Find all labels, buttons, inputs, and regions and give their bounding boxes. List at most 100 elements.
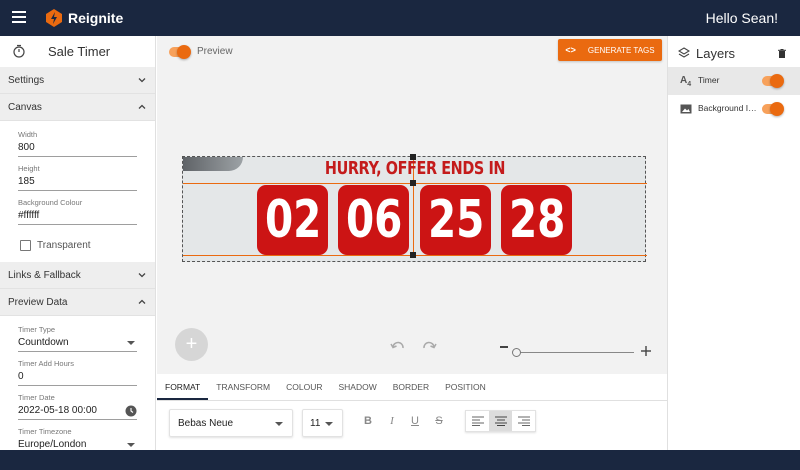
dropdown-caret-icon — [127, 443, 135, 447]
text-align-group — [465, 410, 536, 432]
layer-visibility-toggle[interactable] — [762, 102, 784, 116]
width-field: Width 800 — [0, 130, 155, 157]
italic-button[interactable]: I — [385, 414, 399, 428]
align-right-button[interactable] — [512, 411, 535, 431]
timer-timezone-value: Europe/London — [18, 439, 87, 450]
align-left-button[interactable] — [466, 411, 489, 431]
timer-type-label: Timer Type — [18, 325, 56, 334]
zoom-in-icon[interactable] — [640, 345, 652, 357]
app-logo[interactable]: Reignite — [44, 8, 123, 28]
zoom-slider-track[interactable] — [514, 352, 634, 353]
top-navbar: Reignite Hello Sean! — [0, 0, 800, 36]
undo-icon[interactable] — [390, 340, 406, 354]
preview-data-section-header[interactable]: Preview Data — [0, 289, 155, 316]
height-input[interactable]: 185 — [18, 175, 137, 191]
toggle-knob — [177, 44, 191, 59]
resize-handle-top[interactable] — [410, 154, 416, 160]
left-sidebar: Sale Timer Settings Canvas Width 800 Hei… — [0, 36, 156, 454]
font-size-select[interactable]: 11 — [302, 409, 343, 437]
timer-date-value: 2022-05-18 00:00 — [18, 405, 97, 416]
layers-header: Layers — [668, 36, 800, 67]
add-layer-button[interactable]: + — [175, 328, 208, 361]
code-brackets-icon: <> — [565, 45, 576, 55]
resize-handle-middle[interactable] — [410, 180, 416, 186]
font-family-value: Bebas Neue — [178, 418, 234, 429]
generate-tags-button[interactable]: <> GENERATE TAGS — [558, 39, 662, 61]
tab-position[interactable]: POSITION — [437, 374, 494, 400]
layer-item-background-image[interactable]: Background Im... — [668, 95, 800, 123]
background-colour-input[interactable]: #ffffff — [18, 209, 137, 225]
design-canvas[interactable]: HURRY, OFFER ENDS IN 02 06 25 28 — [182, 154, 647, 262]
timer-add-hours-label: Timer Add Hours — [18, 359, 74, 368]
properties-tabs: FORMAT TRANSFORM COLOUR SHADOW BORDER PO… — [157, 374, 667, 401]
layer-visibility-toggle[interactable] — [762, 74, 784, 88]
height-label: Height — [18, 164, 40, 173]
links-fallback-section-header[interactable]: Links & Fallback — [0, 262, 155, 289]
tab-border[interactable]: BORDER — [385, 374, 437, 400]
hamburger-menu-icon[interactable] — [12, 11, 26, 25]
preview-label: Preview — [197, 46, 233, 57]
timer-date-input[interactable]: 2022-05-18 00:00 — [18, 404, 137, 420]
settings-section-header[interactable]: Settings — [0, 67, 155, 94]
minutes-value: 25 — [427, 190, 485, 250]
user-greeting[interactable]: Hello Sean! — [706, 10, 778, 26]
tab-transform[interactable]: TRANSFORM — [208, 374, 278, 400]
dropdown-caret-icon — [325, 422, 333, 426]
timer-date-label: Timer Date — [18, 393, 55, 402]
text-layer-icon-subscript: 4 — [687, 81, 692, 88]
chevron-up-icon — [138, 299, 146, 304]
underline-button[interactable]: U — [408, 414, 422, 428]
timer-type-select[interactable]: Countdown — [18, 336, 137, 352]
layer-name-timer: Timer — [698, 75, 720, 85]
width-input[interactable]: 800 — [18, 141, 137, 157]
timer-digit-days[interactable]: 02 — [257, 185, 328, 255]
canvas-section-header[interactable]: Canvas — [0, 94, 155, 121]
links-fallback-section-label: Links & Fallback — [8, 269, 81, 281]
timer-digit-hours[interactable]: 06 — [338, 185, 409, 255]
bold-button[interactable]: B — [361, 414, 375, 428]
timer-digit-seconds[interactable]: 28 — [501, 185, 572, 255]
timer-digit-minutes[interactable]: 25 — [420, 185, 491, 255]
app-name: Reignite — [68, 10, 124, 26]
background-colour-field: Background Colour #ffffff — [0, 198, 155, 225]
trash-icon[interactable] — [778, 49, 786, 58]
align-left-icon — [471, 416, 484, 426]
strikethrough-button[interactable]: S — [432, 414, 446, 428]
transparent-checkbox[interactable] — [20, 239, 31, 251]
resize-handle-bottom[interactable] — [410, 252, 416, 258]
layers-title: Layers — [696, 46, 736, 61]
layer-item-timer[interactable]: A4 Timer — [668, 67, 800, 95]
transparent-checkbox-row[interactable]: Transparent — [0, 235, 155, 255]
align-center-icon — [494, 416, 507, 426]
transparent-label: Transparent — [37, 239, 91, 251]
stopwatch-icon — [13, 44, 25, 58]
tab-shadow[interactable]: SHADOW — [330, 374, 384, 400]
timer-type-value: Countdown — [18, 337, 69, 348]
background-colour-label: Background Colour — [18, 198, 83, 207]
tab-format[interactable]: FORMAT — [157, 374, 209, 400]
align-center-button[interactable] — [489, 411, 512, 431]
width-label: Width — [18, 130, 38, 139]
zoom-slider-thumb[interactable] — [512, 348, 521, 357]
preview-toggle-switch[interactable] — [169, 44, 191, 59]
zoom-out-icon[interactable] — [500, 346, 508, 348]
timer-add-hours-input[interactable]: 0 — [18, 370, 137, 386]
toggle-knob — [770, 102, 784, 116]
clock-icon[interactable] — [125, 405, 137, 417]
redo-icon[interactable] — [421, 340, 437, 354]
layers-panel: Layers A4 Timer Background Im... — [667, 36, 800, 450]
toggle-knob — [770, 74, 784, 88]
font-family-select[interactable]: Bebas Neue — [169, 409, 293, 437]
tab-colour[interactable]: COLOUR — [278, 374, 330, 400]
generate-tags-label: GENERATE TAGS — [587, 45, 655, 55]
preview-data-section-body: Timer Type Countdown Timer Add Hours 0 T… — [0, 316, 155, 454]
timer-date-field: Timer Date 2022-05-18 00:00 — [0, 393, 155, 420]
font-size-value: 11 — [310, 418, 321, 429]
canvas-section-label: Canvas — [8, 101, 42, 113]
bottom-bar — [0, 450, 800, 470]
preview-toggle-row[interactable]: Preview — [169, 44, 233, 59]
dropdown-caret-icon — [127, 341, 135, 345]
timer-headline-text[interactable]: HURRY, OFFER ENDS IN — [229, 158, 600, 179]
chevron-down-icon — [138, 273, 146, 278]
timer-timezone-label: Timer Timezone — [18, 427, 72, 436]
